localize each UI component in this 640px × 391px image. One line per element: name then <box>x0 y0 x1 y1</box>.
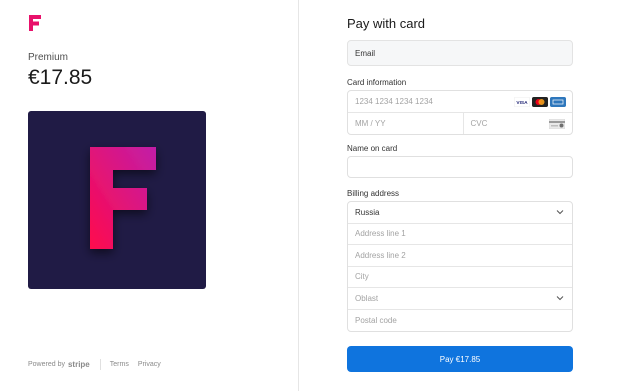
product-name: Premium <box>28 52 69 63</box>
product-price: €17.85 <box>28 66 93 89</box>
country-value: Russia <box>355 207 380 217</box>
f-letter-logo <box>90 147 156 249</box>
pay-button[interactable]: Pay €17.85 <box>347 346 573 372</box>
card-info-label: Card information <box>347 78 407 87</box>
postal-code-input[interactable]: Postal code <box>348 310 572 332</box>
cvc-card-icon <box>549 118 565 129</box>
billing-address-group: Russia Address line 1 Address line 2 Cit… <box>347 201 573 332</box>
mastercard-icon <box>532 97 548 107</box>
oblast-select[interactable]: Oblast <box>348 288 572 310</box>
country-select[interactable]: Russia <box>348 202 572 224</box>
name-on-card-input[interactable] <box>347 156 573 178</box>
footer-divider <box>99 359 101 370</box>
chevron-down-icon <box>556 210 564 215</box>
visa-icon: VISA <box>514 97 530 107</box>
card-expiry-input[interactable]: MM / YY <box>355 112 464 134</box>
powered-by-text: Powered by <box>28 361 65 368</box>
address-line1-input[interactable]: Address line 1 <box>348 224 572 245</box>
card-brand-icons: VISA <box>514 97 566 107</box>
order-summary-panel: Premium €17.85 Powered by stripe Terms P… <box>0 0 298 391</box>
email-field[interactable]: Email <box>347 40 573 66</box>
card-info-group: 1234 1234 1234 1234 VISA MM / YY CVC <box>347 90 573 135</box>
billing-address-label: Billing address <box>347 189 400 198</box>
address-line2-input[interactable]: Address line 2 <box>348 245 572 267</box>
payment-form-panel: Pay with card Email Card information 123… <box>299 0 640 391</box>
city-input[interactable]: City <box>348 267 572 288</box>
name-on-card-label: Name on card <box>347 144 398 153</box>
terms-link[interactable]: Terms <box>110 361 129 368</box>
brand-logo <box>29 15 41 31</box>
card-expiry-cvc-row: MM / YY CVC <box>348 112 572 134</box>
page-footer: Powered by stripe Terms Privacy <box>28 359 170 370</box>
oblast-placeholder: Oblast <box>355 293 379 303</box>
product-image <box>28 111 206 289</box>
privacy-link[interactable]: Privacy <box>138 361 161 368</box>
form-title: Pay with card <box>347 16 426 31</box>
svg-text:VISA: VISA <box>516 100 528 106</box>
amex-icon <box>550 97 566 107</box>
chevron-down-icon <box>556 296 564 301</box>
stripe-logo[interactable]: stripe <box>68 360 90 369</box>
